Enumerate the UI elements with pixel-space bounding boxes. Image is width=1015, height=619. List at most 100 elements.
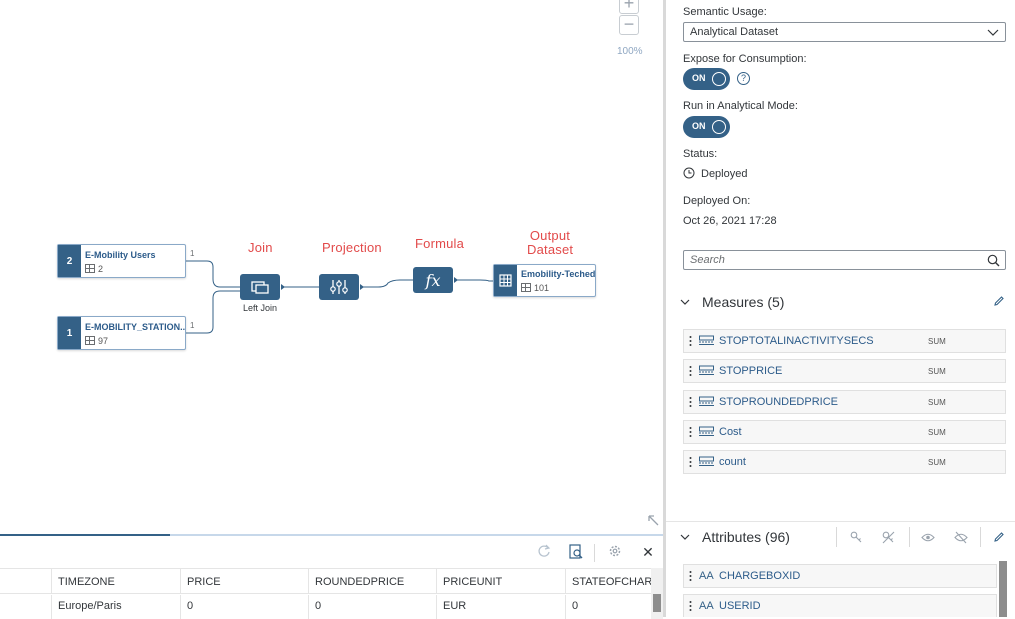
measure-item[interactable]: STOPTOTALINACTIVITYSECS SUM xyxy=(683,329,1006,353)
aggregation-label: SUM xyxy=(928,337,946,346)
aggregation-label: SUM xyxy=(928,427,946,437)
node-title: E-Mobility Users xyxy=(85,250,156,260)
help-icon[interactable]: ? xyxy=(737,72,750,85)
measure-item[interactable]: count SUM xyxy=(683,450,1006,475)
grid-header-cell xyxy=(0,569,52,593)
expose-toggle[interactable]: ON xyxy=(683,68,730,90)
output-node-emobility-teched[interactable]: Emobility-Teched 101 xyxy=(493,264,596,297)
drag-handle-icon[interactable] xyxy=(689,426,692,438)
edit-pencil-icon[interactable] xyxy=(993,295,1005,307)
measure-item[interactable]: STOPROUNDEDPRICE SUM xyxy=(683,389,1006,414)
aggregation-label: SUM xyxy=(928,397,946,407)
measure-icon xyxy=(699,426,714,436)
node-title: Emobility-Teched xyxy=(521,269,596,279)
drag-handle-icon[interactable] xyxy=(689,335,692,347)
edge-number: 1 xyxy=(190,249,195,258)
scrollbar-thumb[interactable] xyxy=(653,594,661,612)
join-annotation: Join xyxy=(248,240,273,255)
chevron-down-icon xyxy=(680,299,690,305)
toolbar-separator xyxy=(836,527,837,547)
join-node[interactable] xyxy=(240,274,280,300)
measure-name: STOPROUNDEDPRICE xyxy=(719,395,838,408)
collapse-arrow-icon[interactable] xyxy=(647,514,659,526)
toggle-state: ON xyxy=(692,73,706,83)
key-remove-icon[interactable] xyxy=(882,531,895,544)
text-type-icon: AA xyxy=(699,570,714,582)
output-dataset-icon xyxy=(494,265,517,296)
grid-header-cell[interactable]: ROUNDEDPRICE xyxy=(309,569,437,593)
join-type-label: Left Join xyxy=(243,303,278,313)
preview-grid-header: TIMEZONE PRICE ROUNDEDPRICE PRICEUNIT ST… xyxy=(0,568,651,594)
search-icon[interactable] xyxy=(987,254,1000,267)
properties-panel: Semantic Usage: Analytical Dataset Expos… xyxy=(666,0,1015,617)
attribute-item[interactable]: AA USERID xyxy=(683,594,997,617)
formula-annotation: Formula xyxy=(415,236,465,251)
node-order-badge: 2 xyxy=(58,245,81,277)
source-node-emobility-users[interactable]: 2 E-Mobility Users 2 xyxy=(57,244,186,278)
vertical-scrollbar[interactable] xyxy=(651,568,663,619)
measures-header[interactable]: Measures (5) xyxy=(680,294,784,310)
drag-handle-icon[interactable] xyxy=(689,396,692,408)
drag-handle-icon[interactable] xyxy=(689,600,692,612)
toolbar-separator xyxy=(980,527,981,547)
attribute-item[interactable]: AA CHARGEBOXID xyxy=(683,564,997,588)
attribute-name: USERID xyxy=(719,600,761,612)
drag-handle-icon[interactable] xyxy=(689,365,692,377)
inspect-document-icon[interactable] xyxy=(567,544,585,562)
output-port[interactable] xyxy=(360,284,364,290)
edit-pencil-icon[interactable] xyxy=(993,531,1005,543)
refresh-icon[interactable] xyxy=(535,544,553,562)
measure-item[interactable]: STOPPRICE SUM xyxy=(683,359,1006,384)
node-row-count: 2 xyxy=(98,264,104,274)
key-icon[interactable] xyxy=(850,531,863,544)
node-row-count: 97 xyxy=(98,336,109,346)
node-order-badge: 1 xyxy=(58,317,81,349)
grid-header-cell[interactable]: STATEOFCHARG xyxy=(566,569,651,593)
drag-handle-icon[interactable] xyxy=(689,456,692,468)
search-placeholder: Search xyxy=(690,254,725,266)
search-input[interactable]: Search xyxy=(683,250,1006,270)
aggregation-label: SUM xyxy=(928,367,946,377)
output-annotation-line1: Output xyxy=(529,228,571,243)
measure-name: Cost xyxy=(719,425,742,438)
grid-header-cell[interactable]: TIMEZONE xyxy=(52,569,181,593)
node-row-count: 101 xyxy=(534,283,550,293)
grid-cell: 0 xyxy=(309,595,437,619)
measure-icon xyxy=(699,456,714,467)
dataflow-canvas[interactable]: + − 100% Join Projection Formula Output … xyxy=(0,0,665,534)
table-row: Europe/Paris 0 0 EUR 0 xyxy=(0,595,651,619)
measure-item[interactable]: Cost SUM xyxy=(683,419,1006,444)
grid-cell: 0 xyxy=(181,595,309,619)
output-annotation-line2: Dataset xyxy=(527,242,574,257)
status-value: Deployed xyxy=(701,168,748,180)
output-port[interactable] xyxy=(454,277,458,283)
semantic-usage-value: Analytical Dataset xyxy=(690,26,779,38)
source-node-emobility-stations[interactable]: 1 E-MOBILITY_STATION... 97 xyxy=(57,316,186,350)
attributes-header[interactable]: Attributes (96) xyxy=(680,529,790,545)
projection-node[interactable] xyxy=(319,274,359,300)
drag-handle-icon[interactable] xyxy=(689,570,692,582)
measure-name: count xyxy=(719,456,746,469)
close-icon[interactable]: ✕ xyxy=(639,544,657,562)
grid-cell: 0 xyxy=(572,600,579,612)
settings-icon[interactable] xyxy=(606,544,624,562)
grid-header-cell[interactable]: PRICEUNIT xyxy=(437,569,566,593)
node-title: E-MOBILITY_STATION... xyxy=(85,322,185,332)
output-port[interactable] xyxy=(281,284,285,290)
grid-header-cell[interactable]: PRICE xyxy=(181,569,309,593)
scrollbar-thumb[interactable] xyxy=(999,561,1007,617)
hide-icon[interactable] xyxy=(954,531,968,544)
analytical-mode-toggle[interactable]: ON xyxy=(683,116,730,138)
building-icon xyxy=(499,274,512,287)
show-icon[interactable] xyxy=(921,532,935,543)
toggle-state: ON xyxy=(692,121,706,131)
deployed-on-value: Oct 26, 2021 17:28 xyxy=(683,215,777,227)
grid-cell: EUR xyxy=(437,595,566,619)
semantic-usage-select[interactable]: Analytical Dataset xyxy=(683,22,1006,42)
panel-resize-handle[interactable] xyxy=(0,534,170,536)
aggregation-label: SUM xyxy=(928,458,946,468)
formula-node[interactable]: fx xyxy=(413,267,453,293)
analytical-mode-label: Run in Analytical Mode: xyxy=(683,100,798,112)
measure-name: STOPPRICE xyxy=(719,365,783,378)
chevron-down-icon xyxy=(680,534,690,540)
